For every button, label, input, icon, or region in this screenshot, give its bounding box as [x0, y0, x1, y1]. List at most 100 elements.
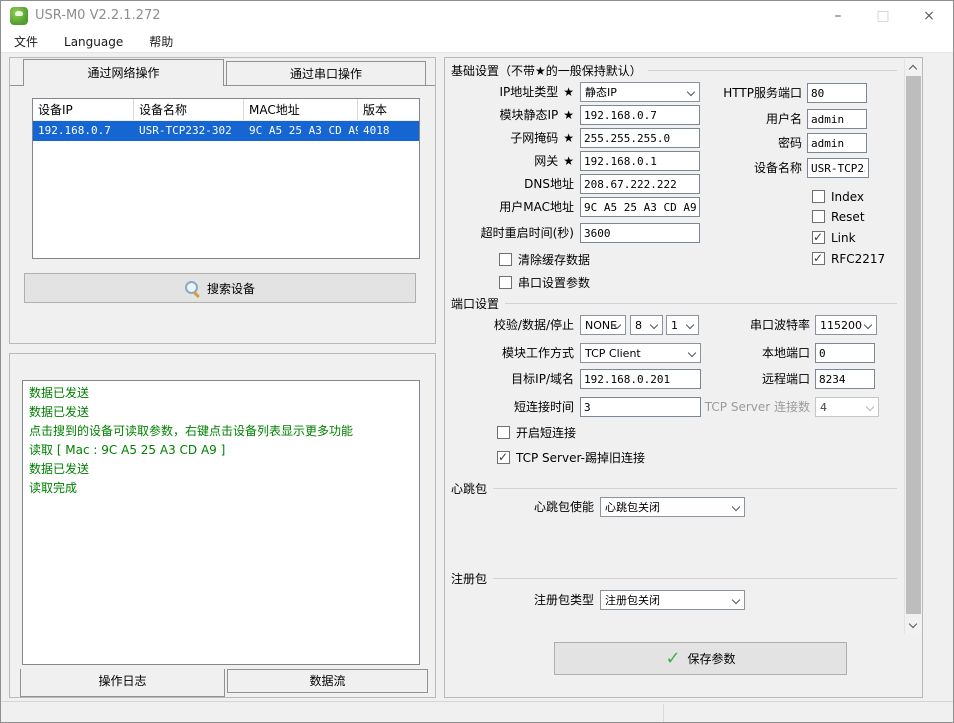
device-name-input[interactable] — [807, 158, 869, 178]
menu-help[interactable]: 帮助 — [136, 31, 186, 53]
checkbox-label: RFC2217 — [831, 251, 886, 266]
enable-short-conn-checkbox[interactable]: 开启短连接 — [497, 425, 576, 440]
close-button[interactable]: × — [907, 1, 951, 31]
heartbeat-enable-select[interactable]: 心跳包关闭 — [600, 497, 745, 517]
subnet-label: 子网掩码 ★ — [510, 131, 574, 145]
col-header-device-name[interactable]: 设备名称 — [134, 99, 244, 120]
checkbox-label: Index — [831, 189, 865, 204]
log-line: 数据已发送 — [29, 462, 90, 476]
register-type-select[interactable]: 注册包关闭 — [600, 590, 745, 610]
col-header-version[interactable]: 版本 — [358, 99, 419, 120]
search-icon — [184, 280, 200, 296]
base-settings-title: 基础设置（不带★的一般保持默认） — [451, 64, 642, 78]
gateway-label: 网关 ★ — [534, 154, 574, 168]
checkbox-box — [497, 426, 510, 439]
password-input[interactable] — [807, 133, 867, 153]
menu-file[interactable]: 文件 — [1, 31, 51, 53]
maximize-button[interactable]: □ — [861, 1, 905, 31]
timeout-input[interactable] — [580, 223, 700, 243]
required-star: ★ — [563, 154, 574, 168]
group-divider-line — [493, 578, 897, 579]
heartbeat-group: 心跳包 — [451, 480, 897, 497]
search-device-label: 搜索设备 — [206, 281, 255, 296]
heartbeat-title: 心跳包 — [451, 482, 488, 496]
status-bar — [1, 701, 953, 722]
table-row[interactable]: 192.168.0.7 USR-TCP232-302 9C A5 25 A3 C… — [33, 121, 419, 141]
tab-operation-log[interactable]: 操作日志 — [20, 669, 225, 697]
link-checkbox[interactable]: Link — [812, 230, 856, 245]
menu-language[interactable]: Language — [51, 31, 136, 53]
log-panel: 数据已发送 数据已发送 点击搜到的设备可读取参数，右键点击设备列表显示更多功能 … — [9, 353, 436, 698]
http-port-input[interactable] — [807, 83, 867, 103]
settings-scrollbar[interactable] — [904, 59, 922, 634]
checkbox-label: Reset — [831, 209, 865, 224]
settings-panel: 基础设置（不带★的一般保持默认） IP地址类型★ 静态IP 模块静态IP★ 子网… — [444, 57, 923, 698]
remote-port-input[interactable] — [815, 369, 875, 389]
checkbox-label: 开启短连接 — [516, 426, 577, 440]
checkbox-box — [812, 230, 825, 244]
group-divider-line — [505, 303, 897, 304]
kick-old-conn-checkbox[interactable]: TCP Server-踢掉旧连接 — [497, 450, 645, 465]
http-port-label: HTTP服务端口 — [723, 86, 802, 100]
username-input[interactable] — [807, 109, 867, 129]
baud-rate-select[interactable]: 115200 — [815, 315, 877, 335]
chevron-down-icon — [731, 595, 741, 605]
checkbox-label: Link — [831, 230, 856, 245]
clear-cache-checkbox[interactable]: 清除缓存数据 — [499, 252, 590, 267]
rfc2217-checkbox[interactable]: RFC2217 — [812, 251, 885, 266]
checkbox-box — [497, 450, 510, 464]
checkbox-box — [499, 276, 512, 289]
port-settings-title: 端口设置 — [451, 297, 500, 311]
required-star: ★ — [563, 108, 574, 122]
log-line: 读取完成 — [29, 481, 78, 495]
reset-checkbox[interactable]: Reset — [812, 209, 865, 224]
col-header-mac[interactable]: MAC地址 — [244, 99, 358, 120]
index-checkbox[interactable]: Index — [812, 189, 864, 204]
search-device-button[interactable]: 搜索设备 — [24, 273, 416, 303]
mac-input[interactable] — [580, 197, 700, 217]
tcp-server-conns-select: 4 — [815, 397, 879, 417]
group-divider-line — [647, 70, 897, 71]
log-line: 点击搜到的设备可读取参数，右键点击设备列表显示更多功能 — [29, 424, 354, 438]
ip-type-label: IP地址类型 ★ — [499, 85, 574, 99]
checkbox-box — [499, 253, 512, 266]
tab-data-stream[interactable]: 数据流 — [227, 669, 428, 693]
minimize-button[interactable]: – — [816, 1, 860, 31]
target-ip-label: 目标IP/域名 — [511, 372, 574, 386]
scrollbar-thumb[interactable] — [906, 76, 921, 614]
tcp-server-conns-label: TCP Server 连接数 — [704, 400, 810, 414]
timeout-label: 超时重启时间(秒) — [480, 226, 574, 240]
tab-serial-operation[interactable]: 通过串口操作 — [226, 61, 426, 86]
chevron-down-icon — [908, 619, 918, 629]
scroll-up-button[interactable] — [905, 59, 922, 76]
checkbox-box — [812, 210, 825, 223]
app-icon — [10, 7, 28, 25]
chevron-down-icon — [865, 402, 875, 412]
save-params-button[interactable]: ✓ 保存参数 — [554, 642, 847, 675]
parity-select[interactable]: NONE — [580, 315, 626, 335]
checkbox-label: 清除缓存数据 — [518, 253, 591, 267]
local-port-input[interactable] — [815, 343, 875, 363]
required-star: ★ — [563, 85, 574, 99]
tab-network-operation[interactable]: 通过网络操作 — [23, 59, 224, 86]
serial-params-checkbox[interactable]: 串口设置参数 — [499, 275, 590, 290]
cell-device-name: USR-TCP232-302 — [139, 124, 232, 137]
remote-port-label: 远程端口 — [761, 372, 810, 386]
dns-label: DNS地址 — [524, 177, 574, 191]
device-name-label: 设备名称 — [753, 161, 802, 175]
password-label: 密码 — [777, 136, 802, 150]
username-label: 用户名 — [765, 112, 802, 126]
device-panel: 通过网络操作 通过串口操作 设备IP 设备名称 MAC地址 版本 192.168… — [9, 57, 436, 344]
checkbox-label: 串口设置参数 — [518, 276, 591, 290]
register-group: 注册包 — [451, 570, 897, 587]
work-mode-label: 模块工作方式 — [501, 346, 574, 360]
app-window: USR-M0 V2.2.1.272 – □ × 文件 Language 帮助 通… — [0, 0, 954, 723]
cell-device-ip: 192.168.0.7 — [38, 124, 111, 137]
operation-log-area[interactable]: 数据已发送 数据已发送 点击搜到的设备可读取参数，右键点击设备列表显示更多功能 … — [22, 380, 420, 665]
base-settings-group: 基础设置（不带★的一般保持默认） — [451, 62, 897, 79]
scroll-down-button[interactable] — [905, 617, 922, 634]
databits-select[interactable]: 8 — [630, 315, 663, 335]
checkbox-box — [812, 251, 825, 265]
port-settings-group: 端口设置 — [451, 295, 897, 312]
col-header-device-ip[interactable]: 设备IP — [33, 99, 134, 120]
